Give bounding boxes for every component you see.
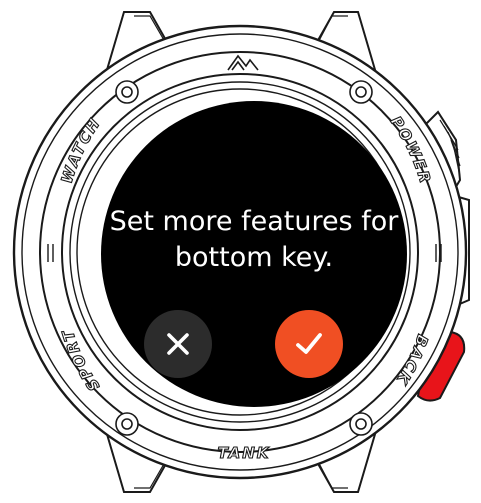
watch-screen: Set more features for bottom key.	[101, 101, 407, 407]
dialog-message: Set more features for bottom key.	[109, 206, 399, 273]
close-icon	[167, 333, 189, 355]
bezel-label-tank: TANK	[218, 444, 271, 462]
cancel-button[interactable]	[144, 310, 212, 378]
confirm-button[interactable]	[275, 310, 343, 378]
check-icon	[296, 333, 322, 354]
